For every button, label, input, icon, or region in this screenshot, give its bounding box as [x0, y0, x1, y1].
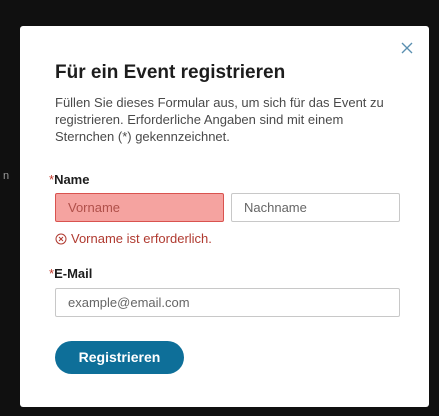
name-label: *Name	[49, 172, 89, 187]
first-name-input[interactable]	[55, 193, 224, 222]
close-button[interactable]	[399, 40, 415, 56]
email-input[interactable]	[55, 288, 400, 317]
error-text: Vorname ist erforderlich.	[71, 231, 212, 246]
name-label-text: Name	[54, 172, 90, 187]
last-name-input[interactable]	[231, 193, 400, 222]
dialog-description: Füllen Sie dieses Formular aus, um sich …	[55, 95, 384, 144]
error-circle-icon	[55, 233, 67, 244]
email-label: *E-Mail	[49, 266, 92, 281]
close-icon	[401, 42, 413, 54]
first-name-error: Vorname ist erforderlich.	[55, 231, 212, 246]
dialog-title: Für ein Event registrieren	[55, 62, 286, 83]
background-text: n	[3, 170, 10, 182]
email-label-text: E-Mail	[54, 266, 93, 281]
register-button[interactable]: Registrieren	[55, 341, 184, 374]
register-dialog: Für ein Event registrieren Füllen Sie di…	[20, 26, 429, 407]
